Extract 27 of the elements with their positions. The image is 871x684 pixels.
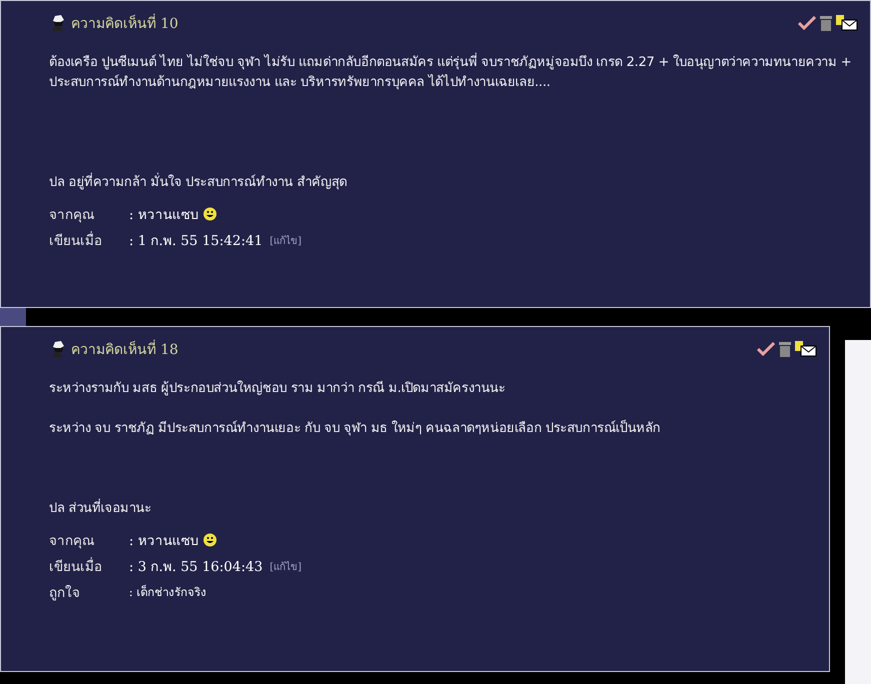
author-name: : หวานแซบ [129,206,199,225]
mail-icon[interactable] [795,341,817,357]
comment-text: ระหว่างรามกับ มสธ ผู้ประกอบส่วนใหญ่ชอบ ราม มากว่า กรณี ม.เปิดมาสมัครงานนะ [49,380,506,398]
comment-text: ปล ส่วนที่เจอมานะ [49,499,821,519]
meta-label: เขียนเมื่อ [49,230,103,251]
trash-icon[interactable] [779,341,791,357]
author-name: : หวานแซบ [129,532,199,551]
comment-title: ความคิดเห็นที่ 18 [71,338,178,360]
meta-label: เขียนเมื่อ [49,556,103,577]
comment-text: ปล อยู่ที่ความกล้า มั่นใจ ประสบการณ์ทำงาน สำคัญสุด [49,173,862,193]
comment-text: ต้องเครือ ปูนซีเมนต์ ไทย ไม่ใช่จบ จุฬา ไม่รับ แถมด่ากลับอีกตอนสมัคร แต่รุ่นพี่ จบราชภัฏหมู่จอมบึง เกรด 2.27 + ใบอนุญาตว่าความทนายความ + ประสบการณ์ทำงานด้านกฎหมายแรงงาน และ บริหารทรัพยากรบุคคล ได้ไปทำงานเฉยเลย.... [49,53,862,93]
mail-icon[interactable] [836,15,858,31]
checkmark-icon[interactable] [798,16,816,30]
meta-label: จากคุณ [49,532,96,551]
meta-label: ถูกใจ [49,584,81,603]
checkmark-icon[interactable] [757,342,775,356]
edit-link[interactable]: [แก้ไข] [270,558,302,574]
comment-text: ระหว่าง จบ ราชภัฏ มีประสบการณ์ทำงานเยอะ กับ จบ จุฬา มธ ใหม่ๆ คนฉลาดๆหน่อยเลือก ประสบการณ์เป็นหลัก [49,419,662,438]
trash-icon[interactable] [820,15,832,31]
post-date: : 3 ก.พ. 55 16:04:43 [129,558,263,577]
comment-title: ความคิดเห็นที่ 10 [71,12,178,34]
edit-link[interactable]: [แก้ไข] [270,232,302,248]
smiley-icon [202,207,217,221]
smiley-icon [202,533,217,547]
post-date: : 1 ก.พ. 55 15:42:41 [129,232,263,251]
liked-by: : เด็กช่างรักจริง [129,584,207,601]
meta-label: จากคุณ [49,206,96,225]
